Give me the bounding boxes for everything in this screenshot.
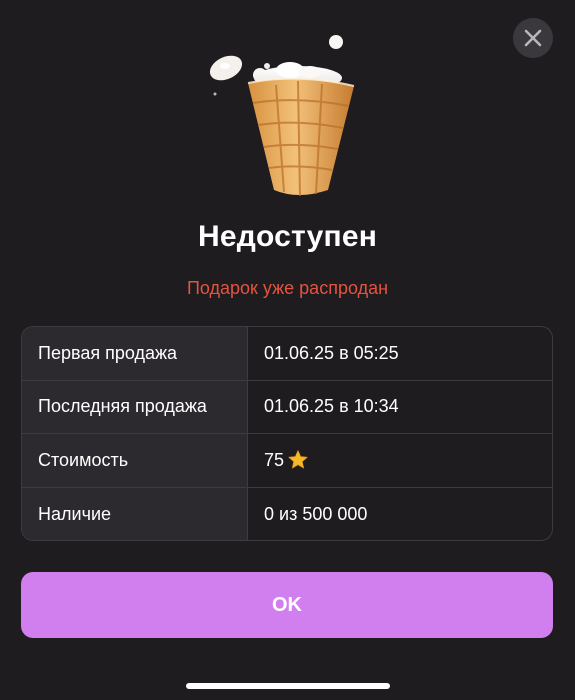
- price-value: 75: [264, 449, 285, 470]
- info-label: Стоимость: [22, 434, 248, 487]
- dialog-title: Недоступен: [197, 220, 378, 253]
- info-row-first-sale: Первая продажа 01.06.25 в 05:25: [22, 327, 552, 381]
- info-label: Первая продажа: [22, 327, 248, 380]
- info-row-price: Стоимость 75: [22, 434, 552, 488]
- info-value-price: 75: [248, 434, 552, 487]
- info-row-availability: Наличие 0 из 500 000: [22, 487, 552, 540]
- info-value: 01.06.25 в 05:25: [264, 342, 399, 363]
- gift-info-table: Первая продажа 01.06.25 в 05:25 Последня…: [21, 326, 553, 541]
- info-value: 0 из 500 000: [264, 503, 368, 524]
- info-label: Последняя продажа: [22, 380, 248, 433]
- home-indicator: [186, 683, 390, 689]
- ok-button[interactable]: OK: [21, 572, 553, 638]
- star-icon: [287, 449, 309, 471]
- info-value: 01.06.25 в 10:34: [264, 396, 399, 417]
- close-button[interactable]: [513, 18, 553, 58]
- close-icon: [524, 29, 542, 47]
- info-label: Наличие: [22, 487, 248, 540]
- dialog-subtitle: Подарок уже распродан: [186, 278, 389, 298]
- ice-cream-cone-icon: [209, 35, 355, 197]
- info-row-last-sale: Последняя продажа 01.06.25 в 10:34: [22, 380, 552, 434]
